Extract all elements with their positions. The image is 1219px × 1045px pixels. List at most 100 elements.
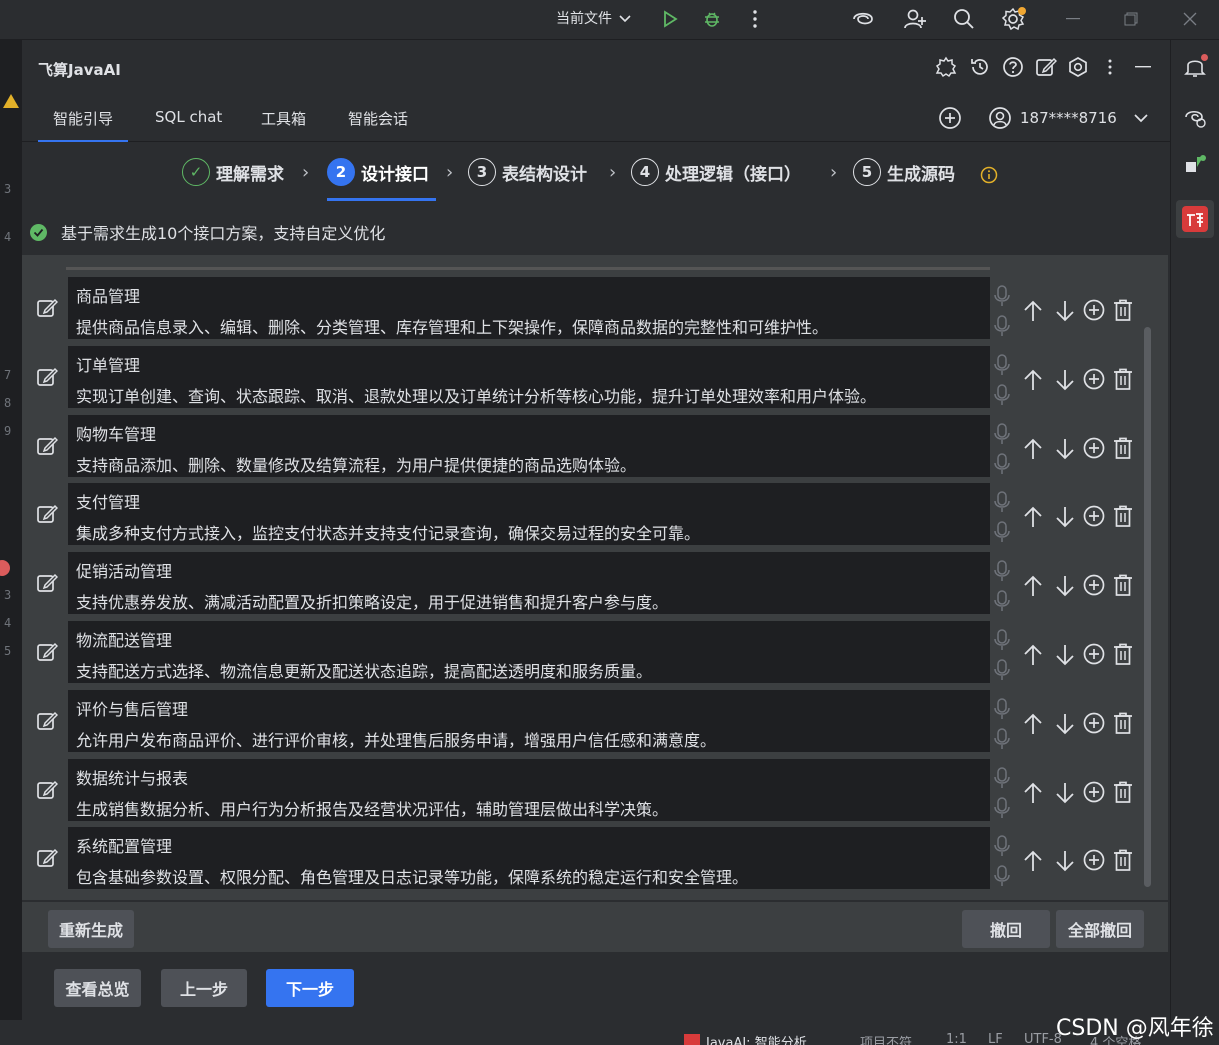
more-vertical-icon[interactable] <box>740 4 770 34</box>
search-icon[interactable] <box>949 4 979 34</box>
overview-button[interactable]: 查看总览 <box>54 969 141 1007</box>
delete-icon[interactable] <box>1113 712 1135 736</box>
move-up-icon[interactable] <box>1022 368 1044 392</box>
help-icon[interactable] <box>999 53 1027 81</box>
delete-icon[interactable] <box>1113 574 1135 598</box>
debug-icon[interactable] <box>697 4 727 34</box>
notifications-icon[interactable] <box>1180 52 1210 82</box>
step-table-design[interactable]: 3 表结构设计 <box>468 158 587 186</box>
microphone-icon[interactable] <box>994 659 1010 685</box>
delete-icon[interactable] <box>1113 643 1135 667</box>
microphone-icon[interactable] <box>994 521 1010 547</box>
interface-card[interactable]: 数据统计与报表 生成销售数据分析、用户行为分析报告及经营状况评估，辅助管理层做出科… <box>68 758 990 821</box>
edit-icon[interactable] <box>36 779 59 801</box>
next-step-button[interactable]: 下一步 <box>266 969 354 1007</box>
add-item-icon[interactable] <box>1083 712 1105 736</box>
settings-icon[interactable] <box>998 4 1028 34</box>
interface-card[interactable]: 物流配送管理 支持配送方式选择、物流信息更新及配送状态追踪，提高配送透明度和服务质… <box>68 621 990 683</box>
move-up-icon[interactable] <box>1022 437 1044 461</box>
interface-card[interactable]: 支付管理 集成多种支付方式接入，监控支付状态并支持支付记录查询，确保交易过程的安全… <box>68 483 990 546</box>
move-down-icon[interactable] <box>1054 849 1076 873</box>
edit-icon[interactable] <box>36 435 59 457</box>
plugin-icon[interactable] <box>932 53 960 81</box>
add-item-icon[interactable] <box>1083 781 1105 805</box>
interface-card[interactable]: 评价与售后管理 允许用户发布商品评价、进行评价审核，并处理售后服务申请，增强用户信… <box>68 689 990 752</box>
interface-card[interactable]: 促销活动管理 支持优惠券发放、满减活动配置及折扣策略设定，用于促进销售和提升客户参… <box>68 552 990 615</box>
restore-icon[interactable] <box>1116 4 1146 34</box>
undo-button[interactable]: 撤回 <box>962 910 1050 948</box>
previous-step-button[interactable]: 上一步 <box>161 969 247 1007</box>
tab-smart-guide[interactable]: 智能引导 <box>38 108 129 142</box>
microphone-icon[interactable] <box>994 452 1010 479</box>
delete-icon[interactable] <box>1113 849 1135 873</box>
add-item-icon[interactable] <box>1083 505 1105 529</box>
close-icon[interactable] <box>1175 4 1205 34</box>
microphone-icon[interactable] <box>994 354 1010 380</box>
add-item-icon[interactable] <box>1083 849 1105 873</box>
plugin-app-icon[interactable] <box>1180 150 1210 180</box>
move-down-icon[interactable] <box>1054 781 1076 805</box>
info-icon[interactable] <box>980 166 998 188</box>
move-up-icon[interactable] <box>1022 849 1044 873</box>
status-position[interactable]: 1:1 <box>946 1032 967 1045</box>
microphone-icon[interactable] <box>994 590 1010 616</box>
delete-icon[interactable] <box>1113 437 1135 461</box>
move-down-icon[interactable] <box>1054 368 1076 392</box>
move-up-icon[interactable] <box>1022 712 1044 736</box>
tab-sql-chat[interactable]: SQL chat <box>155 108 222 142</box>
delete-icon[interactable] <box>1113 299 1135 323</box>
more-icon[interactable] <box>1096 53 1124 81</box>
microphone-icon[interactable] <box>994 766 1010 793</box>
status-line-ending[interactable]: LF <box>988 1032 1003 1045</box>
step-processing-logic[interactable]: 4 处理逻辑（接口） <box>631 158 801 186</box>
edit-icon[interactable] <box>36 847 59 869</box>
ai-assistant-icon[interactable] <box>1180 102 1210 132</box>
microphone-icon[interactable] <box>994 384 1010 410</box>
microphone-icon[interactable] <box>994 728 1010 754</box>
move-down-icon[interactable] <box>1054 643 1076 667</box>
add-icon[interactable] <box>938 106 962 134</box>
breakpoint-icon[interactable] <box>0 560 10 576</box>
add-item-icon[interactable] <box>1083 368 1105 392</box>
interface-card[interactable]: 订单管理 实现订单创建、查询、状态跟踪、取消、退款处理以及订单统计分析等核心功能，… <box>68 345 990 408</box>
move-down-icon[interactable] <box>1054 574 1076 598</box>
edit-icon[interactable] <box>36 503 59 525</box>
microphone-icon[interactable] <box>994 698 1010 724</box>
step-design-interface[interactable]: 2 设计接口 <box>327 158 429 186</box>
tab-smart-chat[interactable]: 智能会话 <box>348 108 408 142</box>
interface-card[interactable]: 购物车管理 支持商品添加、删除、数量修改及结算流程，为用户提供便捷的商品选购体验。 <box>68 414 990 477</box>
microphone-icon[interactable] <box>994 560 1010 586</box>
microphone-icon[interactable] <box>994 315 1010 341</box>
status-plugin[interactable]: JavaAI: 智能分析 <box>706 1032 807 1045</box>
edit-icon[interactable] <box>36 572 59 594</box>
move-up-icon[interactable] <box>1022 781 1044 805</box>
interface-card[interactable]: 系统配置管理 包含基础参数设置、权限分配、角色管理及日志记录等功能，保障系统的稳定… <box>68 827 990 890</box>
edit-icon[interactable] <box>36 366 59 388</box>
feisuan-plugin-icon[interactable] <box>1176 200 1214 238</box>
add-item-icon[interactable] <box>1083 437 1105 461</box>
delete-icon[interactable] <box>1113 368 1135 392</box>
move-down-icon[interactable] <box>1054 712 1076 736</box>
microphone-icon[interactable] <box>994 796 1010 823</box>
undo-all-button[interactable]: 全部撤回 <box>1056 910 1144 948</box>
move-up-icon[interactable] <box>1022 574 1044 598</box>
microphone-icon[interactable] <box>994 865 1010 891</box>
add-item-icon[interactable] <box>1083 299 1105 323</box>
settings-icon[interactable] <box>1064 53 1092 81</box>
edit-icon[interactable] <box>36 641 59 663</box>
microphone-icon[interactable] <box>994 491 1010 517</box>
edit-icon[interactable] <box>36 297 59 319</box>
edit-icon[interactable] <box>1032 53 1060 81</box>
move-down-icon[interactable] <box>1054 299 1076 323</box>
step-understand-requirements[interactable]: ✓ 理解需求 <box>182 158 284 186</box>
tab-toolbox[interactable]: 工具箱 <box>261 108 306 142</box>
move-up-icon[interactable] <box>1022 505 1044 529</box>
run-icon[interactable] <box>655 4 685 34</box>
microphone-icon[interactable] <box>994 629 1010 655</box>
step-generate-source[interactable]: 5 生成源码 <box>853 158 955 186</box>
add-item-icon[interactable] <box>1083 574 1105 598</box>
minimize-icon[interactable] <box>1129 53 1157 81</box>
minimize-icon[interactable] <box>1058 4 1088 34</box>
interface-card[interactable]: 商品管理 提供商品信息录入、编辑、删除、分类管理、库存管理和上下架操作，保障商品数… <box>68 277 990 339</box>
move-up-icon[interactable] <box>1022 299 1044 323</box>
